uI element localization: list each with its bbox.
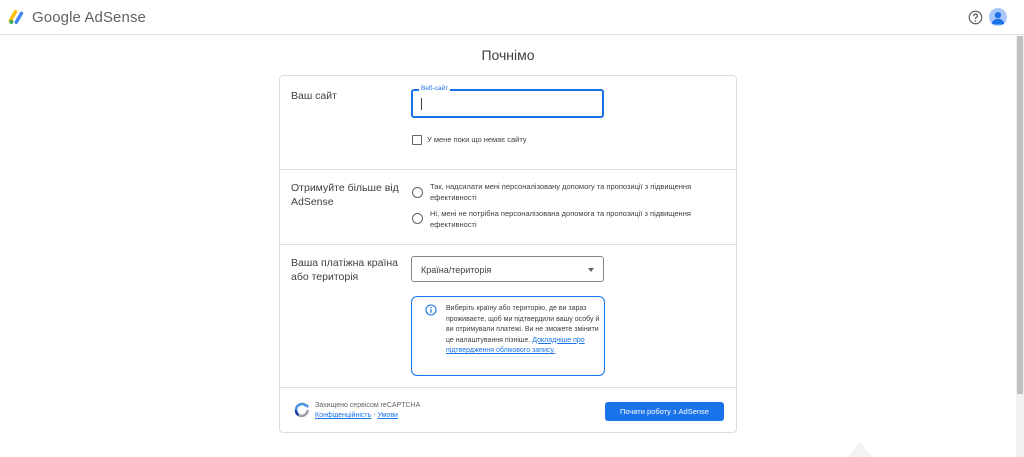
more-from-adsense-section: Отримуйте більше від AdSense Так, надсил…: [280, 170, 736, 245]
website-input[interactable]: [423, 96, 593, 112]
scrollbar-thumb[interactable]: [1017, 36, 1023, 394]
corner-decoration: [848, 442, 872, 457]
site-section-label: Ваш сайт: [291, 90, 337, 102]
adsense-logo[interactable]: Google AdSense: [8, 8, 146, 26]
no-site-label: У мене поки що немає сайту: [427, 135, 527, 144]
recaptcha-links: Конфіденційність - Умови: [315, 411, 420, 421]
page-title: Почнімо: [481, 47, 535, 63]
privacy-link[interactable]: Конфіденційність: [315, 412, 371, 419]
terms-link[interactable]: Умови: [377, 412, 397, 419]
website-field[interactable]: Веб-сайт: [411, 85, 604, 118]
help-circle-icon[interactable]: [968, 10, 983, 25]
adsense-logo-icon: [8, 10, 24, 24]
website-field-label: Веб-сайт: [419, 85, 451, 92]
no-site-checkbox[interactable]: [412, 135, 422, 145]
radio-no-label: Ні, мені не потрібна персоналізована доп…: [430, 209, 691, 229]
country-section: Ваша платіжна країна або територія Країн…: [280, 245, 736, 388]
footer-section: Захищено сервісом reCAPTCHA Конфіденційн…: [280, 388, 736, 433]
radio-personalized-yes[interactable]: [412, 187, 423, 198]
recaptcha-label: Захищено сервісом reCAPTCHA: [315, 402, 421, 409]
radio-personalized-no[interactable]: [412, 213, 423, 224]
recaptcha-notice: Захищено сервісом reCAPTCHA Конфіденційн…: [315, 401, 420, 421]
country-section-label: Ваша платіжна країна або територія: [291, 257, 398, 283]
text-cursor: [421, 98, 422, 110]
app-name: Google AdSense: [32, 8, 146, 26]
top-app-bar: Google AdSense: [0, 0, 1024, 35]
country-select[interactable]: Країна/територія: [411, 256, 604, 282]
info-icon: [425, 304, 437, 316]
radio-yes-label: Так, надсилати мені персоналізовану допо…: [430, 182, 692, 202]
more-section-label: Отримуйте більше від AdSense: [291, 182, 399, 208]
country-info-text: Виберіть країну або територію, де ви зар…: [446, 304, 601, 357]
country-select-value: Країна/територія: [421, 265, 492, 275]
country-info-box: Виберіть країну або територію, де ви зар…: [411, 296, 605, 376]
start-adsense-button[interactable]: Почати роботу з AdSense: [605, 402, 724, 421]
site-section: Ваш сайт Веб-сайт У мене поки що немає с…: [280, 76, 736, 170]
recaptcha-icon: [294, 402, 309, 418]
dropdown-arrow-icon: [588, 268, 594, 272]
account-avatar-icon[interactable]: [989, 8, 1007, 26]
signup-card: Ваш сайт Веб-сайт У мене поки що немає с…: [279, 75, 737, 433]
